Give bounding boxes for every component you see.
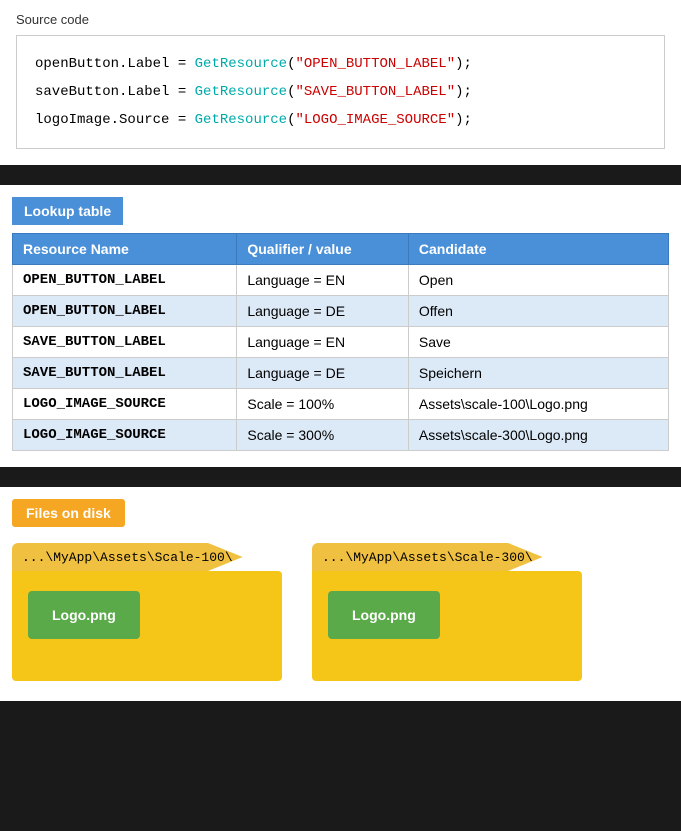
code-line-1: openButton.Label = GetResource("OPEN_BUT… bbox=[35, 50, 646, 78]
file-icon: Logo.png bbox=[28, 591, 140, 639]
folder-path-tab: ...\MyApp\Assets\Scale-100\ bbox=[12, 543, 243, 571]
col-candidate: Candidate bbox=[408, 234, 668, 265]
resource-name-cell: OPEN_BUTTON_LABEL bbox=[13, 296, 237, 327]
lookup-table-header: Lookup table bbox=[12, 197, 123, 225]
candidate-cell: Assets\scale-300\Logo.png bbox=[408, 420, 668, 451]
code-block: openButton.Label = GetResource("OPEN_BUT… bbox=[16, 35, 665, 149]
code-line-3: logoImage.Source = GetResource("LOGO_IMA… bbox=[35, 106, 646, 134]
spacer-2 bbox=[0, 467, 681, 487]
table-row: LOGO_IMAGE_SOURCEScale = 300%Assets\scal… bbox=[13, 420, 669, 451]
resource-name-cell: LOGO_IMAGE_SOURCE bbox=[13, 389, 237, 420]
code-line-2: saveButton.Label = GetResource("SAVE_BUT… bbox=[35, 78, 646, 106]
candidate-cell: Save bbox=[408, 327, 668, 358]
table-row: OPEN_BUTTON_LABELLanguage = DEOffen bbox=[13, 296, 669, 327]
spacer-1 bbox=[0, 165, 681, 185]
candidate-cell: Open bbox=[408, 265, 668, 296]
candidate-cell: Speichern bbox=[408, 358, 668, 389]
table-row: OPEN_BUTTON_LABELLanguage = ENOpen bbox=[13, 265, 669, 296]
qualifier-cell: Language = DE bbox=[237, 358, 409, 389]
candidate-cell: Offen bbox=[408, 296, 668, 327]
lookup-table-section: Lookup table Resource Name Qualifier / v… bbox=[0, 185, 681, 467]
qualifier-cell: Language = EN bbox=[237, 265, 409, 296]
lookup-table: Resource Name Qualifier / value Candidat… bbox=[12, 233, 669, 451]
table-row: SAVE_BUTTON_LABELLanguage = DESpeichern bbox=[13, 358, 669, 389]
resource-name-cell: OPEN_BUTTON_LABEL bbox=[13, 265, 237, 296]
qualifier-cell: Scale = 100% bbox=[237, 389, 409, 420]
folder-path-tab: ...\MyApp\Assets\Scale-300\ bbox=[312, 543, 543, 571]
files-container: ...\MyApp\Assets\Scale-100\Logo.png...\M… bbox=[12, 543, 669, 681]
resource-name-cell: SAVE_BUTTON_LABEL bbox=[13, 327, 237, 358]
folder-block: ...\MyApp\Assets\Scale-100\ Logo.png bbox=[12, 543, 282, 681]
source-code-label: Source code bbox=[16, 12, 665, 27]
source-code-section: Source code openButton.Label = GetResour… bbox=[0, 0, 681, 165]
resource-name-cell: LOGO_IMAGE_SOURCE bbox=[13, 420, 237, 451]
table-row: LOGO_IMAGE_SOURCEScale = 100%Assets\scal… bbox=[13, 389, 669, 420]
table-row: SAVE_BUTTON_LABELLanguage = ENSave bbox=[13, 327, 669, 358]
qualifier-cell: Language = DE bbox=[237, 296, 409, 327]
col-qualifier: Qualifier / value bbox=[237, 234, 409, 265]
candidate-cell: Assets\scale-100\Logo.png bbox=[408, 389, 668, 420]
files-on-disk-header: Files on disk bbox=[12, 499, 125, 527]
code-var-1: openButton.Label bbox=[35, 56, 169, 72]
resource-name-cell: SAVE_BUTTON_LABEL bbox=[13, 358, 237, 389]
qualifier-cell: Scale = 300% bbox=[237, 420, 409, 451]
folder-body: Logo.png bbox=[312, 571, 582, 681]
table-header-row: Resource Name Qualifier / value Candidat… bbox=[13, 234, 669, 265]
file-icon: Logo.png bbox=[328, 591, 440, 639]
qualifier-cell: Language = EN bbox=[237, 327, 409, 358]
folder-block: ...\MyApp\Assets\Scale-300\ Logo.png bbox=[312, 543, 582, 681]
col-resource-name: Resource Name bbox=[13, 234, 237, 265]
folder-body: Logo.png bbox=[12, 571, 282, 681]
files-on-disk-section: Files on disk ...\MyApp\Assets\Scale-100… bbox=[0, 487, 681, 701]
